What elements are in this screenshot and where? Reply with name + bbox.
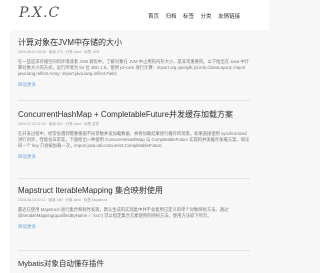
post-title[interactable]: ConcurrentHashMap + CompletableFuture并发缓… (18, 110, 250, 120)
post-meta: 2020-07-23 21:42 · 阅读 310 · 分类 Java · 标签… (18, 121, 100, 126)
main-nav: 首页 归档 标签 分类 友情链接 (148, 12, 247, 20)
nav-item-tags[interactable]: 标签 (183, 14, 194, 20)
nav-item-home[interactable]: 首页 (148, 14, 159, 20)
read-more-link[interactable]: 阅读更多 (18, 224, 250, 230)
post-meta: 2020-06-13 22:11 · 阅读 196 · 分类 Java · 标签… (18, 197, 108, 202)
post-meta: 2020-08-01 18:06 · 阅读 270 · 分类 Java · 标签… (18, 49, 100, 54)
post-excerpt: 在开发过程中，经常会遇到需要根据不同参数并发加载数据、并将加载结果进行缓存的场景… (18, 130, 250, 148)
left-gutter (0, 0, 10, 273)
read-more-link[interactable]: 阅读更多 (18, 154, 250, 160)
post-item: Mapstruct IterableMapping 集合映射使用 2020-06… (18, 186, 250, 230)
nav-item-categories[interactable]: 分类 (201, 14, 212, 20)
post-excerpt: 在一些追求存储空间的环境或者 JVM 调优中，了解对象在 JVM 中占用的内存大… (18, 58, 250, 76)
post-divider (18, 100, 250, 101)
post-divider (18, 250, 250, 251)
post-excerpt: 最近在使用 Mapstruct 进行集合映射时发现，默认生成的实现类中并不会复用… (18, 206, 229, 218)
nav-item-links[interactable]: 友情链接 (218, 14, 240, 20)
post-title[interactable]: Mapstruct IterableMapping 集合映射使用 (18, 186, 250, 196)
post-divider (18, 178, 250, 179)
site-logo[interactable]: P.X.C (19, 5, 60, 21)
post-item: ConcurrentHashMap + CompletableFuture并发缓… (18, 110, 250, 160)
read-more-link[interactable]: 阅读更多 (18, 82, 250, 88)
post-title[interactable]: 计算对象在JVM中存储的大小 (18, 38, 250, 48)
post-item: Mybatis对象自动懂存插件 (18, 259, 250, 269)
post-item: 计算对象在JVM中存储的大小 2020-08-01 18:06 · 阅读 270… (18, 38, 250, 88)
nav-item-archive[interactable]: 归档 (166, 14, 177, 20)
post-title[interactable]: Mybatis对象自动懂存插件 (18, 259, 250, 269)
